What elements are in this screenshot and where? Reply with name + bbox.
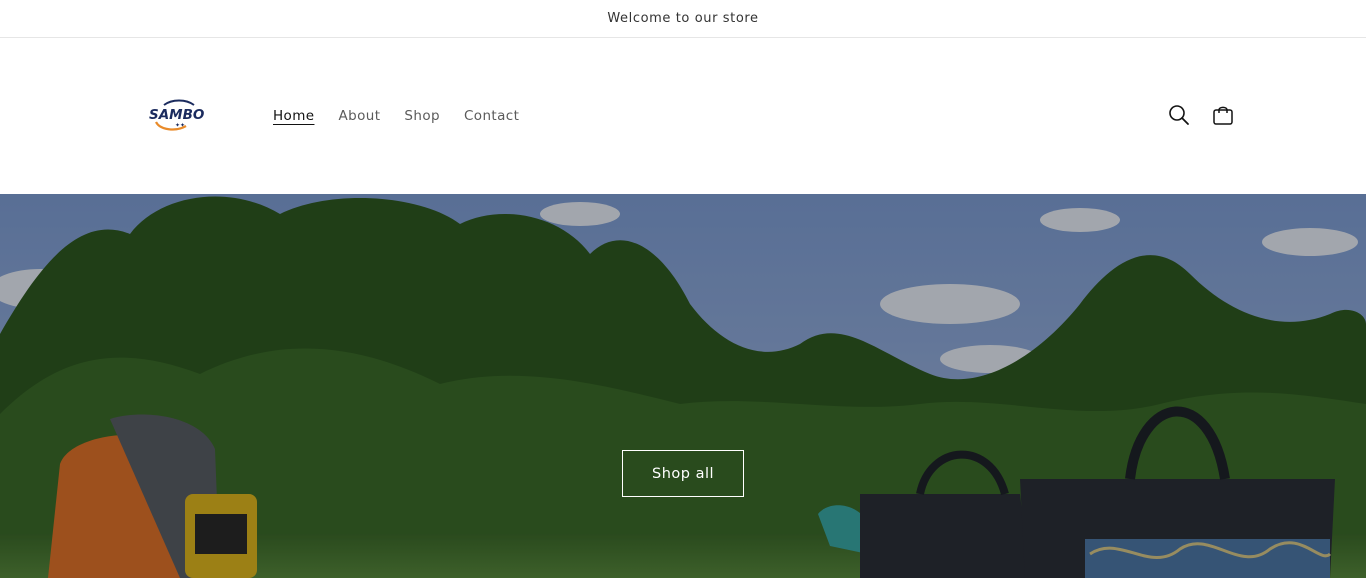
announcement-bar: Welcome to our store [0, 0, 1366, 38]
svg-text:✦✦: ✦✦ [175, 122, 185, 129]
main-nav: Home About Shop Contact [273, 104, 519, 128]
cart-button[interactable] [1210, 102, 1236, 128]
nav-about-link[interactable]: About [338, 108, 380, 124]
nav-home-link[interactable]: Home [273, 108, 314, 124]
brand-logo-icon: SAMBO ✦✦ [149, 99, 204, 131]
brand-logo[interactable]: SAMBO ✦✦ [146, 96, 220, 134]
site-header: SAMBO ✦✦ Home About Shop Contact [0, 38, 1366, 194]
nav-shop-link[interactable]: Shop [404, 108, 440, 124]
search-icon [1169, 105, 1189, 125]
cart-icon [1213, 106, 1233, 125]
nav-contact-link[interactable]: Contact [464, 108, 519, 124]
hero-overlay [0, 194, 1366, 578]
search-button[interactable] [1166, 102, 1192, 128]
hero-banner: Shop all [0, 194, 1366, 578]
announcement-text: Welcome to our store [607, 11, 759, 26]
brand-logo-text: SAMBO [149, 107, 204, 123]
shop-all-button[interactable]: Shop all [622, 450, 744, 497]
